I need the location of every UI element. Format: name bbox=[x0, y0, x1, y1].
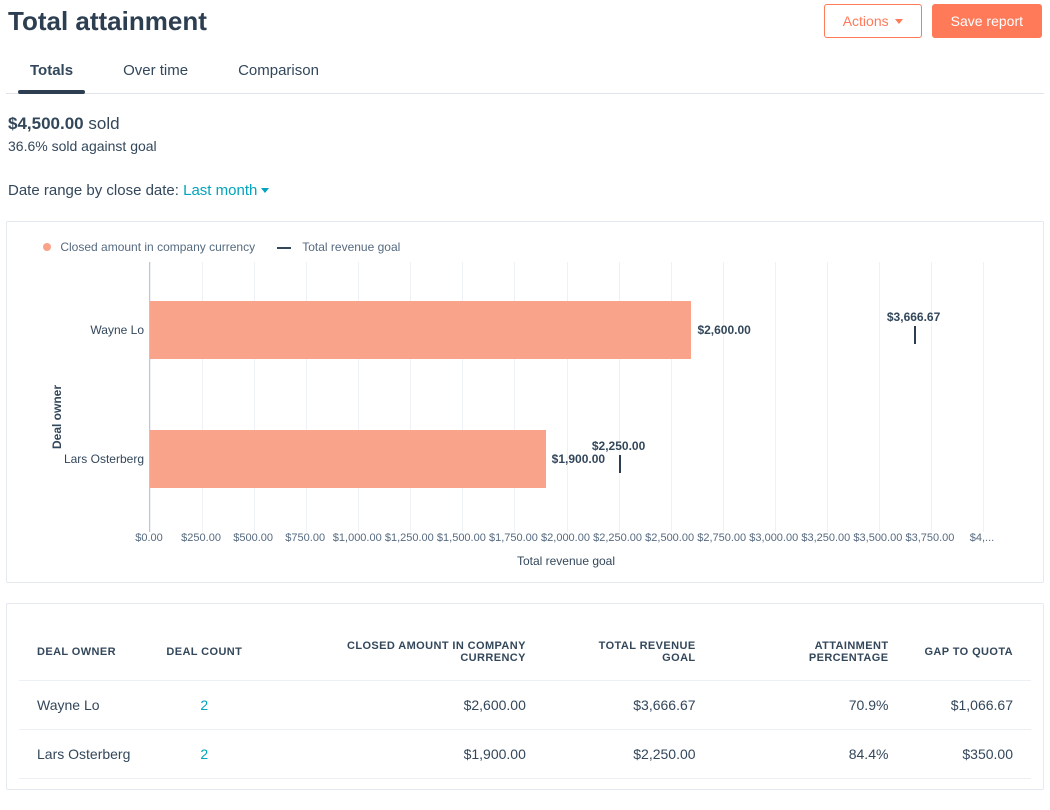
x-tick: $500.00 bbox=[233, 532, 273, 544]
bar-value-label: $2,600.00 bbox=[697, 323, 750, 337]
date-range-dropdown[interactable]: Last month bbox=[183, 182, 269, 199]
tab-over-time[interactable]: Over time bbox=[123, 52, 188, 93]
x-tick: $1,750.00 bbox=[489, 532, 538, 544]
column-header: DEAL COUNT bbox=[148, 620, 260, 681]
cell-closed: $1,900.00 bbox=[260, 730, 544, 779]
x-tick: $4,... bbox=[970, 532, 994, 544]
x-tick: $2,750.00 bbox=[697, 532, 746, 544]
legend-swatch-icon bbox=[43, 243, 51, 251]
actions-button[interactable]: Actions bbox=[824, 4, 922, 38]
goal-marker bbox=[914, 326, 916, 344]
x-tick: $3,000.00 bbox=[749, 532, 798, 544]
legend-label: Total revenue goal bbox=[302, 240, 400, 254]
table-row: Lars Osterberg2$1,900.00$2,250.0084.4%$3… bbox=[19, 730, 1031, 779]
gridline bbox=[723, 262, 724, 532]
save-report-label: Save report bbox=[951, 13, 1023, 29]
column-header: TOTAL REVENUE GOAL bbox=[544, 620, 714, 681]
x-tick: $1,000.00 bbox=[333, 532, 382, 544]
x-axis-label: Total revenue goal bbox=[149, 554, 983, 568]
cell-goal: $2,250.00 bbox=[544, 730, 714, 779]
cell-owner: Wayne Lo bbox=[19, 681, 148, 730]
goal-marker bbox=[619, 455, 621, 473]
tab-comparison[interactable]: Comparison bbox=[238, 52, 319, 93]
column-header: GAP TO QUOTA bbox=[906, 620, 1031, 681]
category-label: Wayne Lo bbox=[54, 323, 144, 337]
x-tick: $1,500.00 bbox=[437, 532, 486, 544]
x-tick: $2,000.00 bbox=[541, 532, 590, 544]
x-tick: $2,250.00 bbox=[593, 532, 642, 544]
goal-value-label: $2,250.00 bbox=[592, 439, 645, 453]
cell-attain: 70.9% bbox=[714, 681, 907, 730]
gridline bbox=[983, 262, 984, 532]
x-tick: $750.00 bbox=[285, 532, 325, 544]
gridline bbox=[879, 262, 880, 532]
attainment-table: DEAL OWNERDEAL COUNTCLOSED AMOUNT IN COM… bbox=[19, 620, 1031, 779]
bar[interactable] bbox=[150, 430, 546, 488]
summary-amount: $4,500.00 bbox=[8, 114, 84, 133]
page-title: Total attainment bbox=[8, 6, 207, 37]
category-label: Lars Osterberg bbox=[54, 452, 144, 466]
chart-area: Deal owner $2,600.00$3,666.67$1,900.00$2… bbox=[49, 262, 1023, 572]
x-tick: $3,500.00 bbox=[853, 532, 902, 544]
tabs: Totals Over time Comparison bbox=[6, 42, 1044, 94]
bar-value-label: $1,900.00 bbox=[552, 452, 605, 466]
actions-label: Actions bbox=[843, 13, 889, 29]
cell-count[interactable]: 2 bbox=[148, 681, 260, 730]
column-header: ATTAINMENT PERCENTAGE bbox=[714, 620, 907, 681]
chart-card: Closed amount in company currency Total … bbox=[6, 221, 1044, 583]
chevron-down-icon bbox=[261, 188, 269, 193]
summary-amount-suffix: sold bbox=[88, 114, 119, 133]
gridline bbox=[775, 262, 776, 532]
column-header: CLOSED AMOUNT IN COMPANY CURRENCY bbox=[260, 620, 544, 681]
y-axis-label: Deal owner bbox=[50, 385, 64, 449]
x-tick: $0.00 bbox=[135, 532, 163, 544]
date-range-label: Date range by close date: bbox=[8, 182, 179, 199]
legend-label: Closed amount in company currency bbox=[60, 240, 255, 254]
cell-goal: $3,666.67 bbox=[544, 681, 714, 730]
cell-gap: $1,066.67 bbox=[906, 681, 1031, 730]
legend-item-total-revenue-goal: Total revenue goal bbox=[277, 240, 400, 254]
cell-owner: Lars Osterberg bbox=[19, 730, 148, 779]
bar[interactable] bbox=[150, 301, 691, 359]
x-tick: $250.00 bbox=[181, 532, 221, 544]
date-range-value: Last month bbox=[183, 182, 257, 199]
save-report-button[interactable]: Save report bbox=[932, 4, 1042, 38]
x-tick: $1,250.00 bbox=[385, 532, 434, 544]
x-tick: $2,500.00 bbox=[645, 532, 694, 544]
cell-closed: $2,600.00 bbox=[260, 681, 544, 730]
summary-subline: 36.6% sold against goal bbox=[8, 138, 1042, 154]
table-card: DEAL OWNERDEAL COUNTCLOSED AMOUNT IN COM… bbox=[6, 603, 1044, 790]
legend-item-closed-amount: Closed amount in company currency bbox=[43, 240, 255, 254]
cell-gap: $350.00 bbox=[906, 730, 1031, 779]
legend-swatch-icon bbox=[277, 247, 291, 249]
table-row: Wayne Lo2$2,600.00$3,666.6770.9%$1,066.6… bbox=[19, 681, 1031, 730]
gridline bbox=[931, 262, 932, 532]
goal-value-label: $3,666.67 bbox=[887, 310, 940, 324]
tab-totals[interactable]: Totals bbox=[30, 52, 73, 93]
cell-count[interactable]: 2 bbox=[148, 730, 260, 779]
cell-attain: 84.4% bbox=[714, 730, 907, 779]
column-header: DEAL OWNER bbox=[19, 620, 148, 681]
chevron-down-icon bbox=[895, 19, 903, 24]
x-tick: $3,250.00 bbox=[801, 532, 850, 544]
summary-amount-line: $4,500.00 sold bbox=[8, 114, 1042, 134]
x-tick: $3,750.00 bbox=[905, 532, 954, 544]
gridline bbox=[827, 262, 828, 532]
